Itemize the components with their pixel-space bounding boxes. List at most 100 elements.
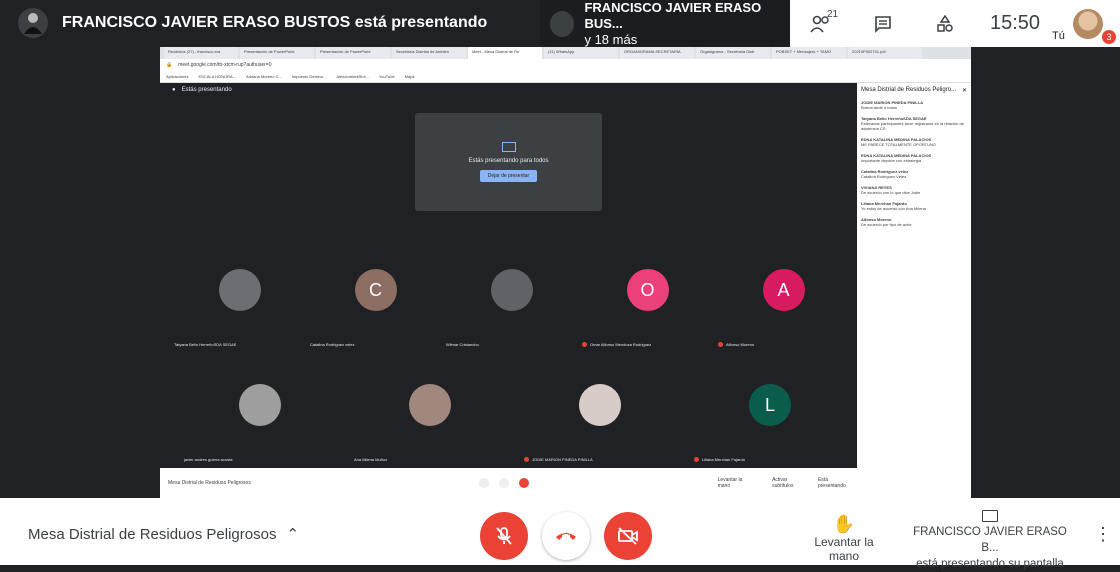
chat-header: Mesa Distrial de Residuos Peligro... ✕ [861,87,967,94]
mini-tile-avatar [550,10,575,37]
mini-tile-name: FRANCISCO JAVIER ERASO BUS... [584,0,762,31]
meeting-details-button[interactable]: Mesa Distrial de Residuos Peligrosos ⌃ [28,525,300,544]
participant-tile: javier andres guerra acosta [180,356,340,466]
bookmark: Aleo/cotrientRiot... [336,74,369,79]
self-avatar [1073,8,1103,39]
inner-browser-chrome: Recibidos (27) - francisco.era Presentac… [160,47,971,83]
bookmark: YouTube [379,74,395,79]
inner-raise-hand: Levantar la mano [717,477,743,489]
participant-avatar [218,269,261,311]
inner-hangup-icon [498,478,509,488]
participant-name: Tatyana Bello HerreñoSDA SEGAE [174,342,236,347]
present-card: Estás presentando para todos Dejar de pr… [415,113,602,211]
inner-meeting-name: Mesa Distrial de Residuos Peligrosos [168,480,251,486]
present-screen-icon [982,510,998,522]
inner-presenting-text: Estás presentando [181,87,232,93]
inner-chat-panel: Mesa Distrial de Residuos Peligro... ✕ J… [857,83,971,498]
camera-toggle-button[interactable] [604,512,652,560]
more-options-icon[interactable]: ⋮ [1094,524,1112,545]
inner-meet: ● Estás presentando Estás presentando pa… [160,83,857,468]
participant-avatar [239,384,281,426]
inner-subtitles: Activar subtítulos [772,477,794,489]
participant-tile: Ana Milena Muñoz [350,356,510,466]
participant-name-text: Ana Milena Muñoz [354,457,388,462]
participant-tile: O Omar Alfonso Mendoza Rodriguez [578,241,717,351]
chat-button[interactable] [852,0,914,47]
raise-hand-button[interactable]: ✋ Levantar la mano [798,514,890,563]
inner-tab-active: Meet - Mesa Distrial de Re [468,47,542,59]
shapes-icon [937,14,953,32]
inner-tab: (11) WhatsApp [544,47,618,59]
camera-off-icon [618,527,638,545]
mic-off-icon [496,527,512,545]
inner-tabs: Recibidos (27) - francisco.era Presentac… [160,47,971,59]
participant-avatar [490,269,533,311]
inner-mic-icon [478,478,489,488]
participants-grid: Tatyana Bello HerreñoSDA SEGAE C Catalin… [160,241,857,468]
hand-icon: ✋ [832,514,856,534]
bookmark: Aplicaciones [166,74,189,79]
self-label: Tú [1052,30,1065,42]
inner-bookmarks: Aplicaciones ESCALA HONORA... Adriana Mo… [160,71,971,83]
participant-avatar: A [762,269,805,311]
participant-name-text: Wilmar Cristancho [446,342,479,347]
participant-tile: L Liliana Merchan Fajardo [690,356,850,466]
presenter-line-2: está presentando su pantalla [916,558,1064,570]
presenter-title: FRANCISCO JAVIER ERASO BUSTOS está prese… [18,8,487,38]
inner-tab: ORGANIGRAMA SECRETARÍA [620,47,694,59]
chat-message: Liliana Merchan Fajardo Yo estoy de acuer… [861,201,967,211]
bookmark: ESCALA HONORA... [198,74,237,79]
participant-name-text: Alfonso Moreno [726,342,755,347]
chat-message: Tatyana Bello HerreñoSDA SEGAE Estimados … [861,116,967,131]
participant-name: Ana Milena Muñoz [354,457,387,462]
presentation-info[interactable]: FRANCISCO JAVIER ERASO B... está present… [905,510,1075,572]
mic-toggle-button[interactable] [480,512,528,560]
bookmark: Adriana Moreno C... [246,74,282,79]
participant-name: Catalina Rodriguez velez [310,342,354,347]
clock: 15:50 [990,12,1041,34]
top-bar: FRANCISCO JAVIER ERASO BUSTOS está prese… [0,0,1120,47]
chat-text: Buena tarde a todos [861,105,898,110]
participant-tile: A Alfonso Moreno [714,241,853,351]
inner-presenting-label: ● Estás presentando [172,87,232,93]
participant-name-text: Omar Alfonso Mendoza Rodriguez [590,342,652,347]
chat-text: De acuerdo con lo que dice Jodie [861,190,921,195]
presenter-avatar [18,8,48,38]
activities-button[interactable] [914,0,976,47]
participant-tile: Tatyana Bello HerreñoSDA SEGAE [170,241,309,351]
participant-avatar: L [749,384,791,426]
close-icon: ✕ [961,88,967,94]
chat-text: Importante deporte con estrategia [861,158,922,163]
lock-icon: 🔒 [166,62,173,68]
inner-tab: Secretaría Distrital de Ambien [392,47,466,59]
participant-name-text: JODIE MARION PINEDA PINILLA [532,457,593,462]
participant-avatar: O [626,269,669,311]
leave-call-button[interactable] [542,512,590,560]
mini-participant-tile[interactable]: FRANCISCO JAVIER ERASO BUS... y 18 más [540,0,790,47]
self-view[interactable]: Tú 3 [1052,0,1118,47]
chat-message: Alfonso Moreno De acuerdo por tipo de act… [861,217,967,227]
raise-hand-label: Levantar la mano [814,535,874,563]
user-icon: ● [172,87,176,93]
mic-off-icon [582,342,587,347]
chat-text: Catalina Rodriguez Vélez [861,174,907,179]
bookmark: Impuesto Destino... [291,74,327,79]
chat-text: ME PARECE TOTALMENTE OPORTUNO [861,142,936,147]
chat-message: EDNA KATALINA MEDINA PALACIOS ME PARECE T… [861,137,967,147]
participant-name: Alfonso Moreno [718,342,754,347]
mic-off-icon [718,342,723,347]
chevron-up-icon: ⌃ [286,526,300,543]
chat-message: JODIE MARION PINEDA PINILLA Buena tarde a… [861,100,967,110]
participant-name-text: javier andres guerra acosta [184,457,233,462]
mic-off-icon [524,457,529,462]
status-panel: 21 15:50 Tú 3 [790,0,1120,47]
participant-name-text: Liliana Merchan Fajardo [702,457,745,462]
participant-avatar: C [354,269,397,311]
presenter-line-1: FRANCISCO JAVIER ERASO B... [913,526,1067,554]
participant-name: Liliana Merchan Fajardo [694,457,745,462]
participant-name: JODIE MARION PINEDA PINILLA [524,457,593,462]
participants-button[interactable]: 21 [790,0,852,47]
inner-controls [478,478,718,488]
inner-tab: Presentación de PowerPoint [316,47,390,59]
stop-presenting-button: Dejar de presentar [479,170,538,182]
